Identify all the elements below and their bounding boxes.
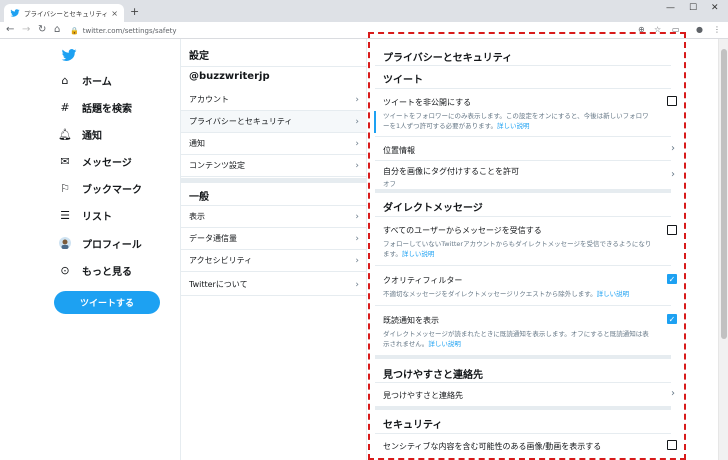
minimize-button[interactable]: — — [666, 3, 675, 13]
menu-label: アカウント — [189, 95, 229, 104]
hashtag-icon: # — [60, 100, 70, 114]
bell-icon: 🔔︎ — [58, 127, 72, 141]
nav-label: プロフィール — [82, 239, 142, 251]
close-window-button[interactable]: ✕ — [711, 3, 719, 13]
profile-icon[interactable]: ● — [696, 25, 703, 34]
page-scrollbar[interactable] — [718, 39, 728, 460]
nav-explore[interactable]: # 話題を検索 — [58, 98, 132, 116]
chevron-right-icon: › — [355, 138, 359, 149]
menu-label: アクセシビリティ — [189, 256, 253, 265]
chevron-right-icon: › — [355, 94, 359, 105]
nav-label: もっと見る — [82, 266, 132, 278]
menu-about[interactable]: Twitterについて › — [181, 274, 367, 296]
lock-icon: 🔒 — [70, 26, 79, 35]
highlight-annotation — [368, 32, 686, 460]
menu-label: 通知 — [189, 139, 205, 148]
menu-display[interactable]: 表示 › — [181, 206, 367, 228]
list-icon: ☰ — [60, 208, 70, 222]
mail-icon: ✉ — [60, 154, 70, 168]
nav-lists[interactable]: ☰ リスト — [58, 206, 112, 224]
nav-messages[interactable]: ✉ メッセージ — [58, 152, 132, 170]
nav-label: メッセージ — [82, 157, 132, 169]
menu-privacy[interactable]: プライバシーとセキュリティ › — [181, 111, 367, 133]
nav-label: 通知 — [82, 130, 102, 142]
username: @buzzwriterjp — [189, 71, 270, 82]
general-header: 一般 — [189, 192, 209, 203]
home-icon: ⌂ — [61, 73, 69, 87]
tab-close-icon[interactable]: × — [111, 9, 118, 18]
scrollbar-thumb[interactable] — [721, 49, 727, 339]
menu-notifications[interactable]: 通知 › — [181, 133, 367, 155]
chevron-right-icon: › — [355, 116, 359, 127]
more-icon: ⊙ — [60, 263, 70, 277]
maximize-button[interactable]: ☐ — [689, 3, 697, 13]
left-nav: ⌂ ホーム # 話題を検索 🔔︎ 通知 ✉ メッセージ ⚐ ブックマーク ☰ リ… — [54, 39, 180, 460]
chevron-right-icon: › — [355, 233, 359, 244]
nav-profile[interactable]: プロフィール — [58, 234, 142, 252]
browser-tab[interactable]: プライバシーとセキュリティ / Twitter × — [4, 4, 124, 22]
menu-label: Twitterについて — [189, 280, 248, 289]
twitter-favicon-icon — [10, 9, 20, 17]
menu-label: コンテンツ設定 — [189, 161, 245, 170]
nav-label: 話題を検索 — [82, 103, 132, 115]
menu-separator — [181, 178, 367, 183]
nav-bookmarks[interactable]: ⚐ ブックマーク — [58, 179, 142, 197]
menu-account[interactable]: アカウント › — [181, 89, 367, 111]
bookmark-icon: ⚐ — [60, 181, 70, 195]
reload-icon[interactable]: ↻ — [38, 24, 46, 35]
back-icon[interactable]: ← — [6, 24, 14, 35]
chevron-right-icon: › — [355, 279, 359, 290]
tab-title: プライバシーとセキュリティ / Twitter — [24, 10, 108, 18]
chevron-right-icon: › — [355, 255, 359, 266]
nav-label: リスト — [82, 211, 112, 223]
nav-notifications[interactable]: 🔔︎ 通知 — [58, 125, 102, 143]
nav-label: ホーム — [82, 76, 112, 88]
settings-menu: 設定 @buzzwriterjp アカウント › プライバシーとセキュリティ ›… — [180, 39, 367, 460]
forward-icon[interactable]: → — [22, 24, 30, 35]
menu-label: プライバシーとセキュリティ — [189, 117, 293, 126]
avatar-icon — [58, 236, 72, 250]
nav-label: ブックマーク — [82, 184, 142, 196]
url-text: twitter.com/settings/safety — [82, 26, 177, 35]
twitter-logo-icon[interactable] — [60, 47, 78, 63]
chevron-right-icon: › — [355, 211, 359, 222]
chevron-right-icon: › — [355, 160, 359, 171]
menu-data-usage[interactable]: データ通信量 › — [181, 228, 367, 250]
home-browser-icon[interactable]: ⌂ — [54, 24, 60, 35]
new-tab-button[interactable]: + — [130, 5, 139, 18]
browser-tab-strip: プライバシーとセキュリティ / Twitter × + — ☐ ✕ — [0, 0, 728, 22]
settings-header: 設定 — [189, 51, 209, 62]
nav-home[interactable]: ⌂ ホーム — [58, 71, 112, 89]
menu-accessibility[interactable]: アクセシビリティ › — [181, 250, 367, 272]
menu-content[interactable]: コンテンツ設定 › — [181, 155, 367, 177]
menu-label: データ通信量 — [189, 234, 237, 243]
tweet-button[interactable]: ツイートする — [54, 291, 160, 314]
menu-label: 表示 — [189, 212, 205, 221]
nav-more[interactable]: ⊙ もっと見る — [58, 261, 132, 279]
menu-icon[interactable]: ⋮ — [713, 25, 721, 34]
